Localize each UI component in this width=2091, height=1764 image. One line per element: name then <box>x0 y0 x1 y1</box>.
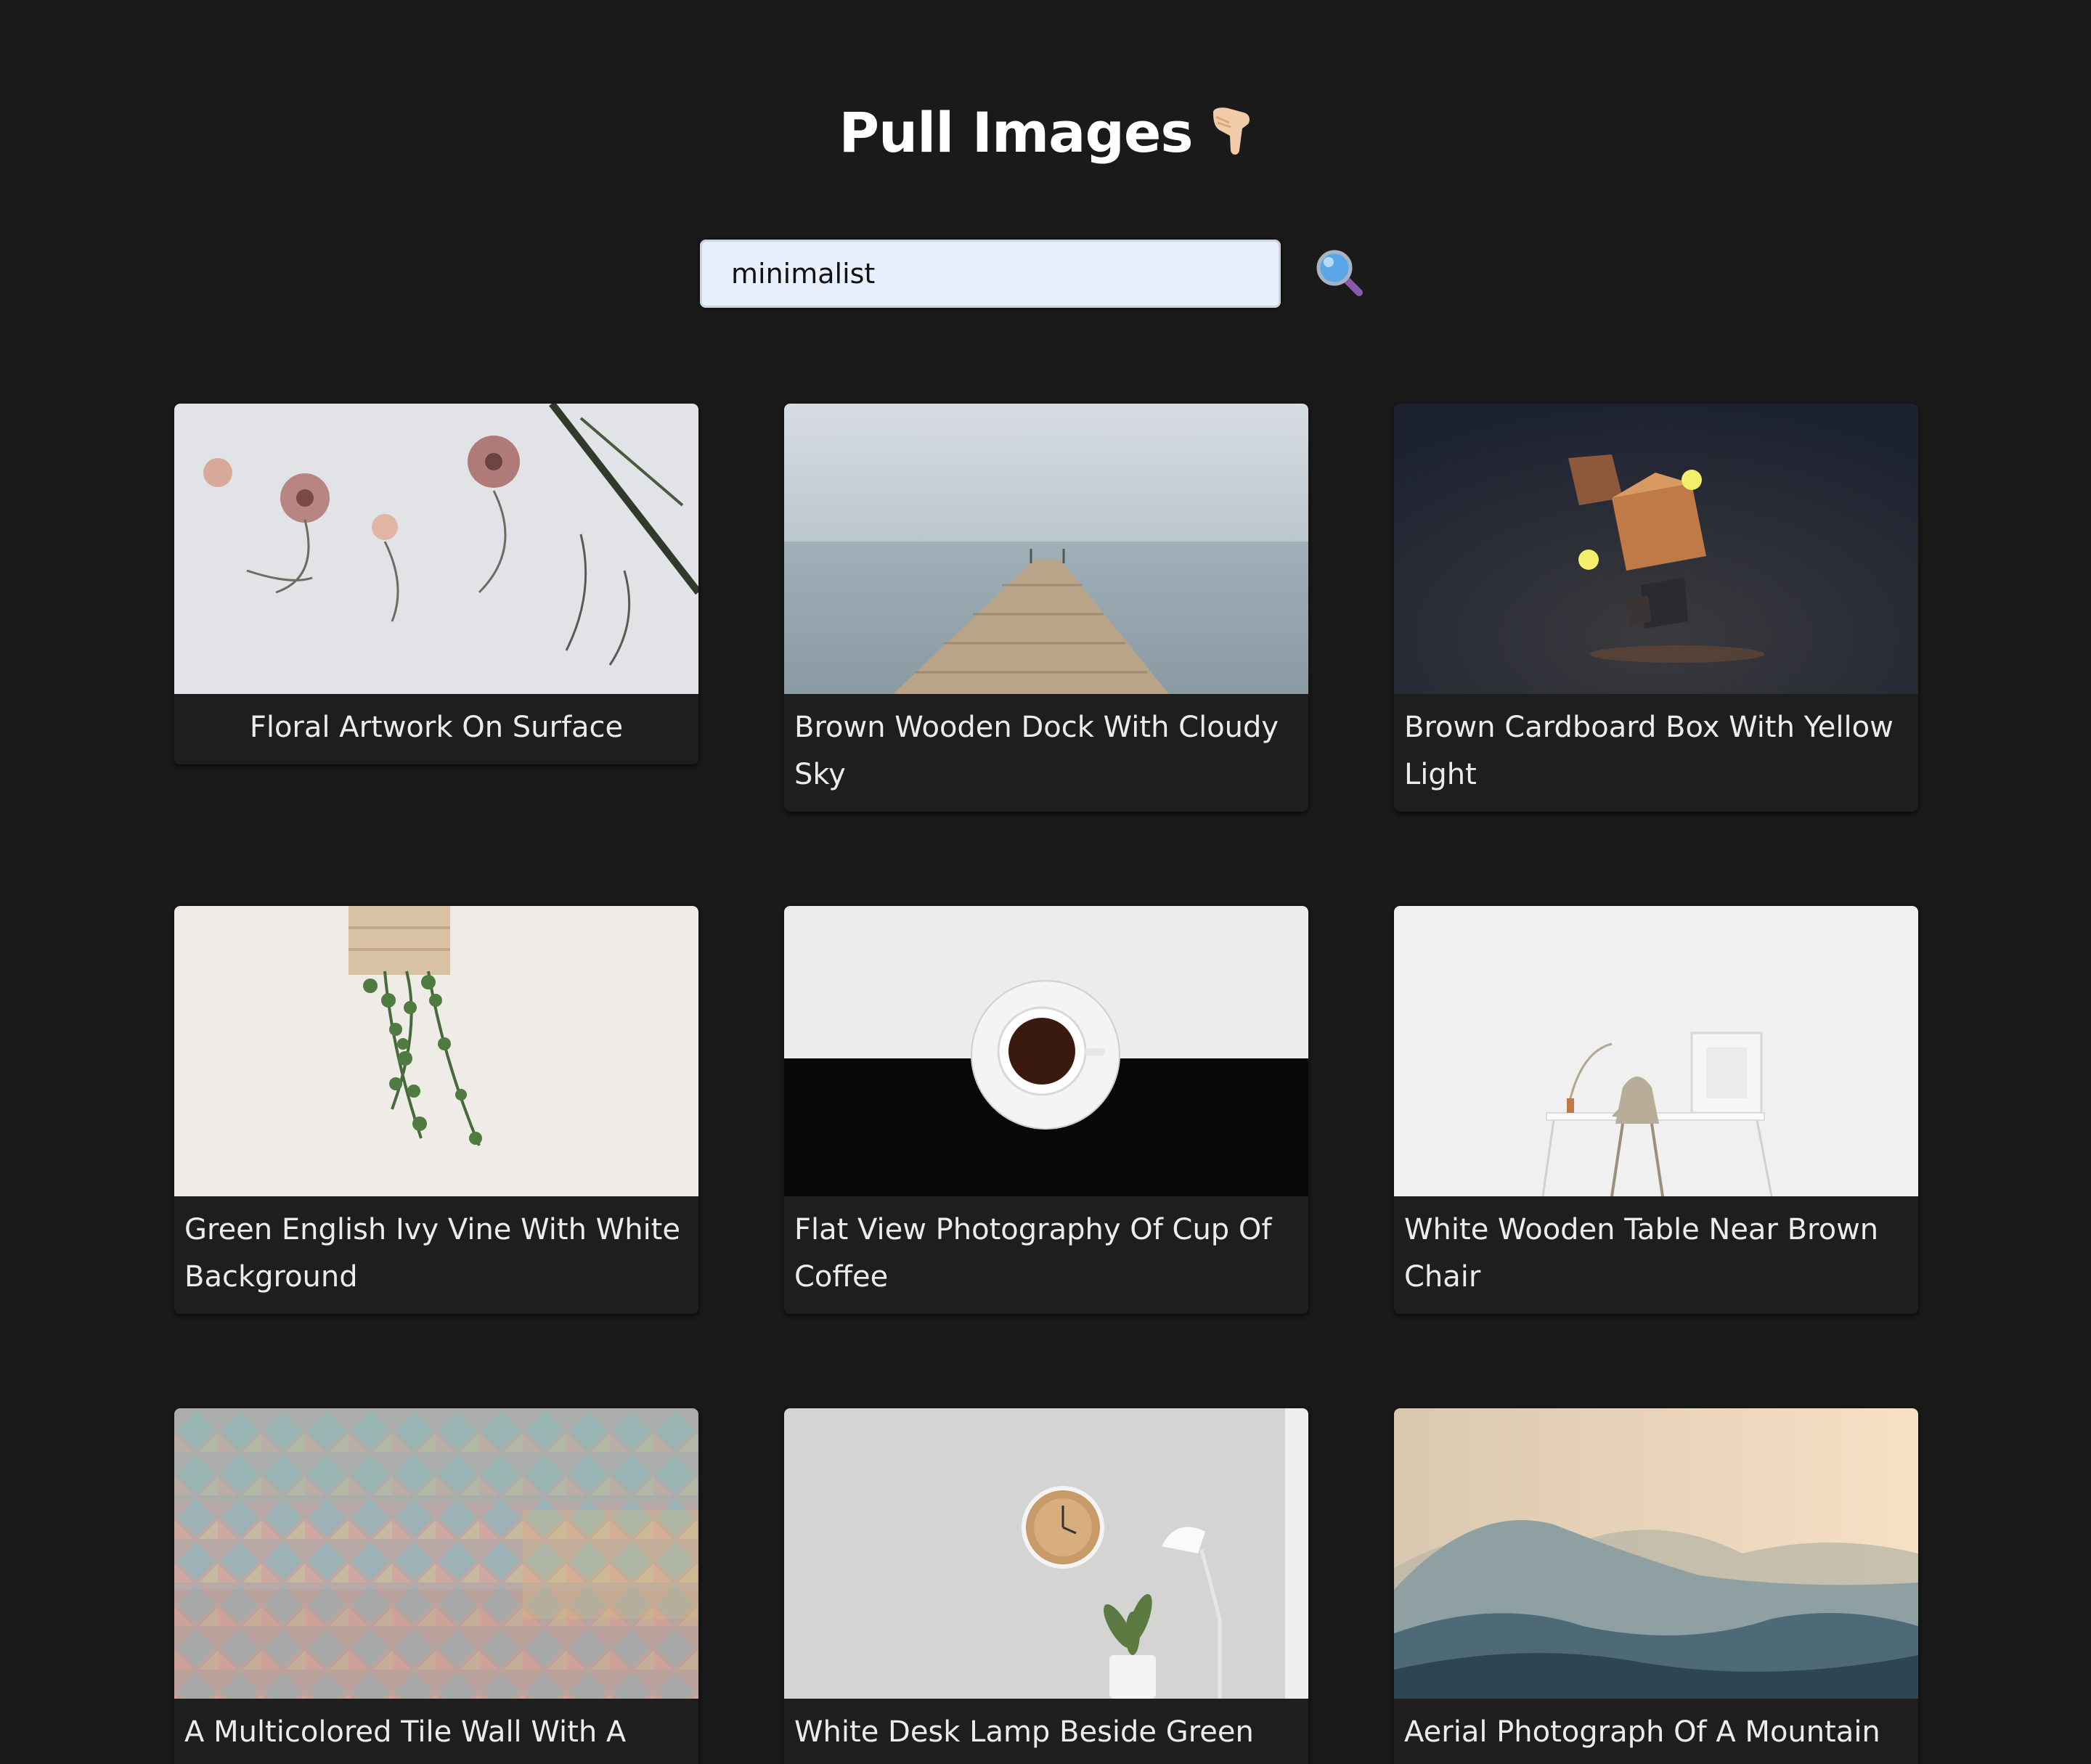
image-caption: Brown Cardboard Box With Yellow Light <box>1404 711 1894 791</box>
image-caption: Green English Ivy Vine With White Backgr… <box>184 1213 680 1294</box>
image-card[interactable]: Flat View Photography Of Cup Of Coffee <box>784 906 1308 1314</box>
image-card[interactable]: Brown Cardboard Box With Yellow Light <box>1394 404 1918 812</box>
image-card[interactable]: Green English Ivy Vine With White Backgr… <box>174 906 698 1314</box>
image-caption: White Wooden Table Near Brown Chair <box>1404 1213 1879 1294</box>
search-bar <box>700 238 1368 309</box>
image-thumbnail[interactable] <box>1394 404 1918 694</box>
pointing-down-hand-icon <box>1206 102 1252 175</box>
image-thumbnail[interactable] <box>174 404 698 694</box>
image-thumbnail[interactable] <box>1394 1408 1918 1699</box>
image-thumbnail[interactable] <box>784 906 1308 1196</box>
image-thumbnail[interactable] <box>784 404 1308 694</box>
image-card[interactable]: Floral Artwork On Surface <box>174 404 698 764</box>
page-title: Pull Images <box>0 97 2091 169</box>
image-card[interactable]: A Multicolored Tile Wall With A <box>174 1408 698 1764</box>
image-caption: Flat View Photography Of Cup Of Coffee <box>794 1213 1272 1294</box>
image-thumbnail[interactable] <box>1394 906 1918 1196</box>
search-button[interactable] <box>1313 246 1368 301</box>
image-caption: Floral Artwork On Surface <box>249 711 624 744</box>
image-card[interactable]: Brown Wooden Dock With Cloudy Sky <box>784 404 1308 812</box>
image-thumbnail[interactable] <box>784 1408 1308 1699</box>
image-caption: Brown Wooden Dock With Cloudy Sky <box>794 711 1279 791</box>
search-input[interactable] <box>700 240 1281 308</box>
image-caption: White Desk Lamp Beside Green <box>794 1715 1254 1749</box>
image-caption: Aerial Photograph Of A Mountain <box>1404 1715 1880 1749</box>
image-card[interactable]: Aerial Photograph Of A Mountain <box>1394 1408 1918 1764</box>
image-card[interactable]: White Desk Lamp Beside Green <box>784 1408 1308 1764</box>
magnifying-glass-icon <box>1316 250 1363 296</box>
image-card[interactable]: White Wooden Table Near Brown Chair <box>1394 906 1918 1314</box>
page-title-text: Pull Images <box>839 99 1193 165</box>
app-page: Pull Images minimalist Floral Artwork On… <box>0 0 2091 1764</box>
image-caption: A Multicolored Tile Wall With A <box>184 1715 627 1749</box>
image-thumbnail[interactable] <box>174 906 698 1196</box>
image-thumbnail[interactable] <box>174 1408 698 1699</box>
